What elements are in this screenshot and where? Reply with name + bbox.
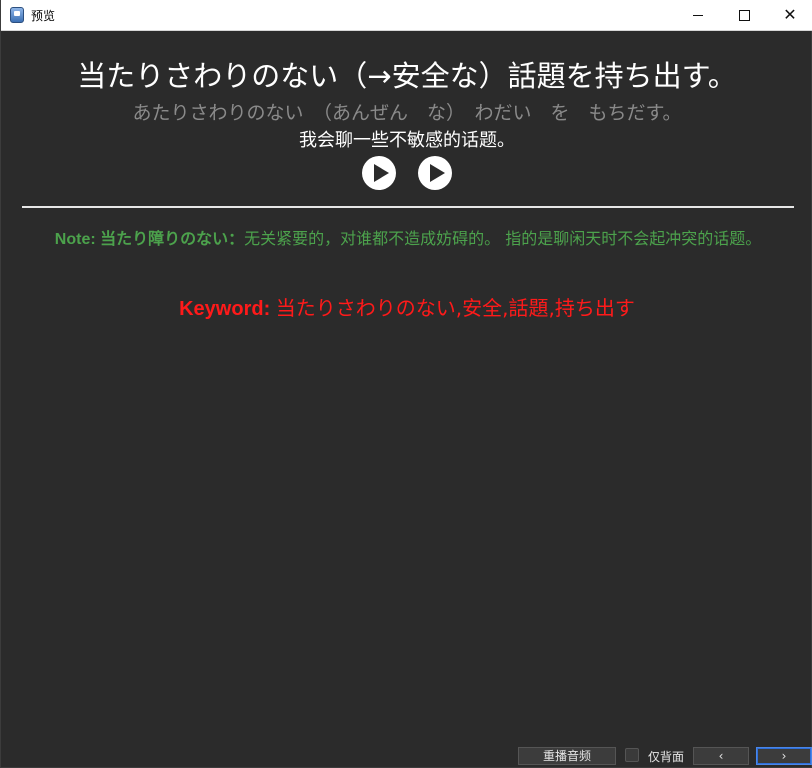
bottom-toolbar: 重播音频 仅背面 ‹ › [1,747,812,768]
keyword-text: 当たりさわりのない,安全,話題,持ち出す [275,296,635,320]
sentence-headline: 当たりさわりのない（→安全な）話題を持ち出す。 [77,59,737,93]
card-preview: 当たりさわりのない（→安全な）話題を持ち出す。 あたりさわりのない （あんぜん … [1,31,812,768]
sentence-reading: あたりさわりのない （あんぜん な） わだい を もちだす。 [132,102,682,124]
close-button[interactable]: ✕ [767,0,812,30]
previous-button[interactable]: ‹ [693,747,749,765]
title-bar[interactable]: 预览 ✕ [1,0,812,31]
maximize-icon [738,9,750,21]
play-audio-button-2[interactable] [418,156,452,190]
back-only-checkbox[interactable] [625,748,639,762]
chevron-left-icon: ‹ [718,749,724,763]
note: Note: 当たり障りのない：无关紧要的，对谁都不造成妨碍的。 指的是聊闲天时不… [25,227,791,252]
close-icon: ✕ [783,5,797,24]
maximize-button[interactable] [721,0,767,30]
minimize-button[interactable] [675,0,721,30]
replay-audio-button[interactable]: 重播音频 [518,747,616,765]
app-icon [10,7,24,23]
preview-window: 预览 ✕ 当たりさわりのない（→安全な）話題を持ち出す。 あたりさわりのない （… [0,0,812,768]
sentence-translation: 我会聊一些不敏感的话题。 [299,130,515,151]
chevron-right-icon: › [781,749,787,763]
minimize-icon [693,14,703,16]
keyword-label: Keyword: [179,298,276,320]
divider [22,206,794,208]
next-button[interactable]: › [756,747,812,765]
keyword: Keyword: 当たりさわりのない,安全,話題,持ち出す [1,292,812,321]
window-title: 预览 [31,9,56,23]
note-label: Note: 当たり障りのない： [54,231,245,248]
note-text: 无关紧要的，对谁都不造成妨碍的。 指的是聊闲天时不会起冲突的话题。 [244,229,762,248]
back-only-label: 仅背面 [648,750,685,764]
play-audio-button-1[interactable] [362,156,396,190]
